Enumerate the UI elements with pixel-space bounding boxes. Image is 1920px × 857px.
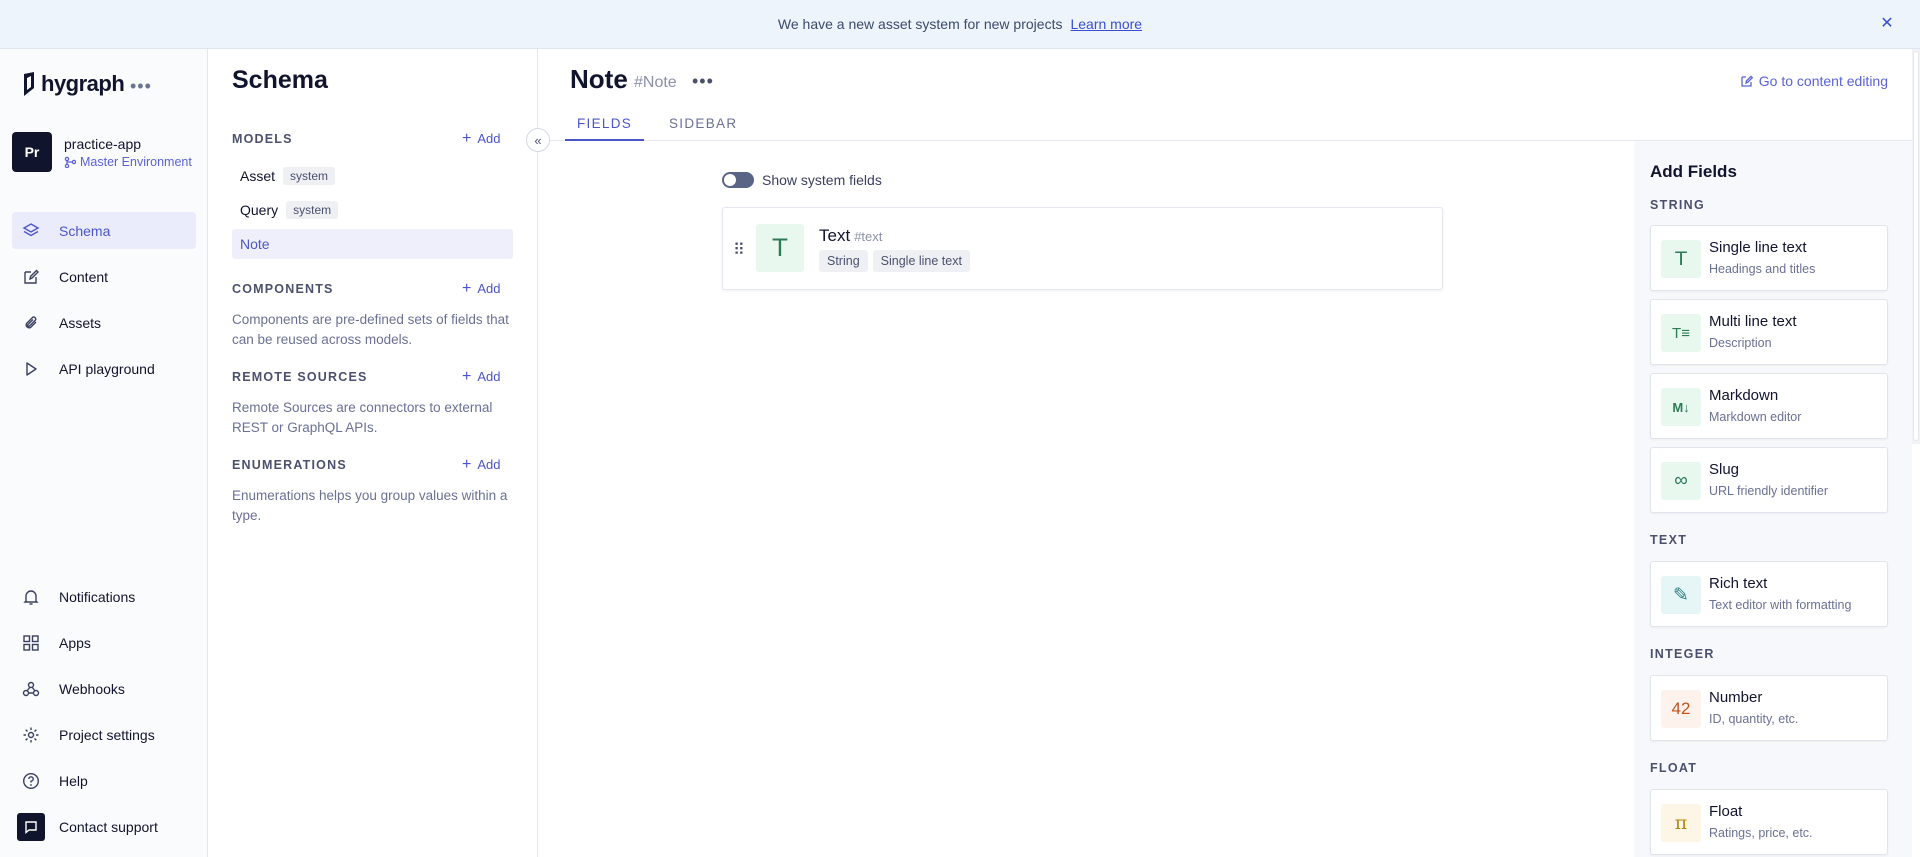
project-avatar: Pr [12,132,52,172]
models-section-title: MODELS [232,132,293,146]
edit-icon [21,267,41,287]
pi-icon: π [1661,804,1701,842]
go-to-content-editing-link[interactable]: Go to content editing [1740,73,1888,89]
show-system-fields-toggle[interactable] [722,172,754,188]
add-enumeration-button[interactable]: + Add [462,455,500,473]
brand-logo[interactable]: hygraph [21,71,125,97]
show-system-fields-row: Show system fields [722,172,882,188]
announcement-banner: We have a new asset system for new proje… [0,0,1920,49]
markdown-icon: M↓ [1661,388,1701,426]
left-navigation: hygraph ••• Pr practice-app Master Envir… [0,49,208,857]
add-component-button[interactable]: + Add [462,279,500,297]
project-name: practice-app [64,135,142,152]
edit-icon [1741,75,1754,87]
paperclip-icon [21,313,41,333]
field-api-id: #text [854,229,883,244]
schema-panel: Schema MODELS + Add Asset system Query sy… [208,49,538,857]
enumerations-section-title: ENUMERATIONS [232,458,347,472]
enumerations-description: Enumerations helps you group values with… [232,488,508,523]
field-card[interactable]: ⠿ T Text #text String Single line text [722,207,1443,290]
field-subtype-tag: Single line text [872,250,970,272]
add-model-button[interactable]: + Add [462,129,500,147]
nav-item-notifications[interactable]: Notifications [12,578,196,615]
remote-sources-description: Remote Sources are connectors to externa… [232,400,493,435]
multiline-icon: T≡ [1661,314,1701,352]
nav-item-help[interactable]: Help [12,762,196,799]
webhook-icon [21,679,41,699]
nav-item-contact-support[interactable]: Contact support [12,808,196,845]
hygraph-logo-icon [24,72,34,96]
environment-link[interactable]: Master Environment [64,155,192,169]
model-title: Note [570,64,628,94]
plus-icon: + [462,279,472,297]
link-icon: ∞ [1661,462,1701,500]
scrollbar-thumb[interactable] [1913,51,1919,441]
field-tags: String Single line text [819,250,975,272]
add-fields-panel: Add Fields STRING T Single line text Hea… [1634,141,1912,857]
nav-item-webhooks[interactable]: Webhooks [12,670,196,707]
help-icon [21,771,41,791]
show-system-fields-label: Show system fields [762,172,882,188]
remote-sources-section-title: REMOTE SOURCES [232,370,368,384]
plus-icon: + [462,129,472,147]
components-section-title: COMPONENTS [232,282,334,296]
tab-sidebar[interactable]: SIDEBAR [665,116,741,141]
grid-icon [21,633,41,653]
category-text: TEXT [1650,533,1688,547]
category-string: STRING [1650,198,1706,212]
add-fields-title: Add Fields [1650,162,1737,181]
nav-item-api-playground[interactable]: API playground [12,350,196,387]
category-integer: INTEGER [1650,647,1715,661]
add-field-slug[interactable]: ∞ Slug URL friendly identifier [1650,447,1888,513]
drag-handle-icon[interactable]: ⠿ [733,240,745,260]
add-field-float[interactable]: π Float Ratings, price, etc. [1650,789,1888,855]
gear-icon [21,725,41,745]
more-options-icon[interactable]: ••• [130,77,152,95]
brand-name: hygraph [41,71,125,96]
add-field-markdown[interactable]: M↓ Markdown Markdown editor [1650,373,1888,439]
close-icon[interactable]: ✕ [1876,12,1898,34]
project-switcher[interactable]: Pr practice-app Master Environment [12,132,192,172]
bell-icon [21,587,41,607]
nav-item-apps[interactable]: Apps [12,624,196,661]
nav-item-schema[interactable]: Schema [12,212,196,249]
text-icon: T [1661,240,1701,278]
text-field-icon: T [756,224,804,272]
components-description: Components are pre-defined sets of field… [232,312,509,347]
model-item-note[interactable]: Note [232,229,513,259]
collapse-sidebar-icon[interactable]: « [526,128,550,152]
field-type-tag: String [819,250,868,272]
layers-icon [21,221,41,241]
nav-item-assets[interactable]: Assets [12,304,196,341]
number-icon: 42 [1661,690,1701,728]
field-name: Text #text [819,226,883,245]
add-remote-source-button[interactable]: + Add [462,367,500,385]
plus-icon: + [462,455,472,473]
category-float: FLOAT [1650,761,1698,775]
branch-icon [64,156,76,168]
schema-title: Schema [232,66,328,94]
banner-message: We have a new asset system for new proje… [777,16,1063,32]
nav-item-project-settings[interactable]: Project settings [12,716,196,753]
model-header: Note #Note ••• Go to content editing FIE… [539,49,1912,141]
play-icon [21,359,41,379]
model-item-asset[interactable]: Asset system [232,161,513,191]
rich-text-icon: ✎ [1661,576,1701,614]
more-options-icon[interactable]: ••• [692,71,714,92]
page-scrollbar[interactable] [1912,49,1920,444]
system-tag: system [283,167,336,185]
add-field-number[interactable]: 42 Number ID, quantity, etc. [1650,675,1888,741]
learn-more-link[interactable]: Learn more [1070,16,1142,32]
tab-fields[interactable]: FIELDS [565,116,645,141]
chat-icon [17,812,45,841]
system-tag: system [286,201,339,219]
add-field-single-line-text[interactable]: T Single line text Headings and titles [1650,225,1888,291]
nav-item-content[interactable]: Content [12,258,196,295]
add-field-rich-text[interactable]: ✎ Rich text Text editor with formatting [1650,561,1888,627]
plus-icon: + [462,367,472,385]
model-api-id: #Note [634,74,677,91]
add-field-multi-line-text[interactable]: T≡ Multi line text Description [1650,299,1888,365]
model-item-query[interactable]: Query system [232,195,513,225]
